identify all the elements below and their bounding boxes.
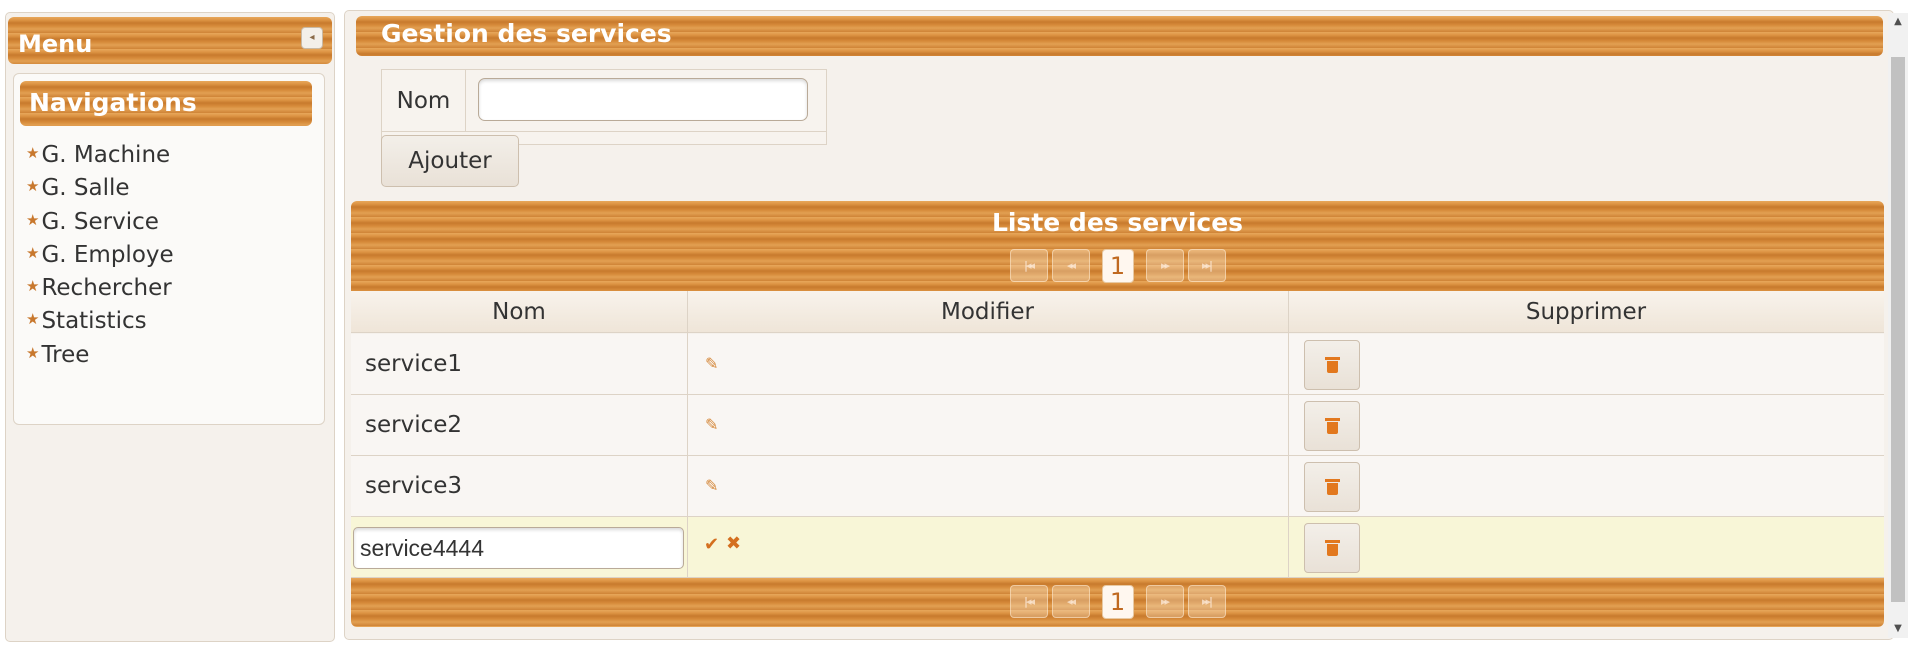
page-number-button[interactable]: 1 [1101, 585, 1134, 619]
delete-button[interactable] [1304, 523, 1360, 573]
first-page-button[interactable]: |◂◂ [1009, 585, 1048, 618]
nav-item-label: Tree [41, 342, 90, 368]
nav-item-label: G. Machine [41, 142, 171, 168]
delete-button[interactable] [1304, 340, 1360, 390]
last-page-button[interactable]: ▸▸| [1187, 249, 1226, 282]
column-headers: Nom Modifier Supprimer [351, 291, 1884, 333]
sidebar: Menu ◂ Navigations ★G. Machine ★G. Salle… [5, 12, 335, 642]
form-title: Gestion des services [381, 19, 672, 48]
next-page-button[interactable]: ▸▸ [1145, 249, 1184, 282]
nom-input[interactable] [478, 78, 808, 121]
pencil-icon[interactable]: ✎ [705, 354, 718, 373]
navigation-header[interactable]: Navigations [20, 81, 312, 126]
navigation-panel: Navigations ★G. Machine ★G. Salle ★G. Se… [13, 73, 325, 425]
nav-item-tree[interactable]: ★Tree [26, 336, 89, 370]
table-header: Liste des services |◂◂ ◂◂ 1 ▸▸ ▸▸| [351, 201, 1884, 291]
nav-item-label: Statistics [41, 308, 147, 334]
nav-item-label: G. Service [41, 209, 159, 235]
delete-button[interactable] [1304, 401, 1360, 451]
scroll-down-icon[interactable]: ▼ [1891, 622, 1905, 636]
star-icon: ★ [26, 277, 40, 295]
star-icon: ★ [26, 177, 40, 195]
chevron-left-icon: ◂ [309, 32, 315, 43]
scroll-thumb[interactable] [1891, 57, 1905, 602]
form-header: Gestion des services [356, 16, 1883, 56]
star-icon: ★ [26, 211, 40, 229]
star-icon: ★ [26, 144, 40, 162]
nav-item-label: G. Salle [41, 175, 130, 201]
page-number-button[interactable]: 1 [1101, 249, 1134, 283]
nav-item-label: Rechercher [41, 275, 172, 301]
navigation-title: Navigations [29, 88, 197, 117]
menu-title: Menu [18, 30, 93, 58]
nav-item-rechercher[interactable]: ★Rechercher [26, 269, 172, 303]
nom-label: Nom [382, 70, 466, 132]
pencil-icon[interactable]: ✎ [705, 415, 718, 434]
prev-page-button[interactable]: ◂◂ [1051, 585, 1090, 618]
table-row: service1 ✎ [351, 334, 1884, 395]
nav-item-service[interactable]: ★G. Service [26, 203, 159, 237]
nav-item-statistics[interactable]: ★Statistics [26, 302, 147, 336]
trash-icon [1324, 540, 1340, 556]
service-name: service1 [365, 351, 463, 377]
star-icon: ★ [26, 244, 40, 262]
nav-item-machine[interactable]: ★G. Machine [26, 136, 170, 170]
table-row: service2 ✎ [351, 395, 1884, 456]
edit-name-input[interactable] [353, 527, 684, 569]
service-name: service2 [365, 412, 463, 438]
column-header-nom[interactable]: Nom [351, 291, 687, 333]
nav-item-employe[interactable]: ★G. Employe [26, 236, 174, 270]
table-row-editing: ✔ ✖ [351, 517, 1884, 578]
column-header-supprimer: Supprimer [1525, 299, 1647, 325]
prev-page-button[interactable]: ◂◂ [1051, 249, 1090, 282]
service-form: Nom [381, 69, 827, 145]
nav-item-label: G. Employe [41, 242, 174, 268]
nav-item-salle[interactable]: ★G. Salle [26, 169, 130, 203]
last-page-button[interactable]: ▸▸| [1187, 585, 1226, 618]
table-row: service3 ✎ [351, 456, 1884, 517]
check-icon[interactable]: ✔ [704, 534, 719, 555]
star-icon: ★ [26, 310, 40, 328]
trash-icon [1324, 418, 1340, 434]
add-button[interactable]: Ajouter [381, 135, 519, 187]
vertical-scrollbar[interactable]: ▲ ▼ [1888, 13, 1908, 638]
trash-icon [1324, 357, 1340, 373]
table-footer: |◂◂ ◂◂ 1 ▸▸ ▸▸| [351, 578, 1884, 627]
trash-icon [1324, 479, 1340, 495]
delete-button[interactable] [1304, 462, 1360, 512]
column-divider [1288, 291, 1289, 577]
close-icon[interactable]: ✖ [726, 533, 741, 554]
table-title: Liste des services [991, 208, 1244, 237]
menu-header: Menu ◂ [8, 17, 332, 64]
paginator-bottom: |◂◂ ◂◂ 1 ▸▸ ▸▸| [351, 585, 1884, 621]
first-page-button[interactable]: |◂◂ [1009, 249, 1048, 282]
services-table: Liste des services |◂◂ ◂◂ 1 ▸▸ ▸▸| Nom Modif… [351, 201, 1884, 637]
service-name: service3 [365, 473, 463, 499]
nom-cell [466, 70, 826, 132]
next-page-button[interactable]: ▸▸ [1145, 585, 1184, 618]
column-divider [687, 291, 688, 577]
pencil-icon[interactable]: ✎ [705, 476, 718, 495]
collapse-menu-button[interactable]: ◂ [301, 27, 323, 49]
scroll-up-icon[interactable]: ▲ [1891, 15, 1905, 29]
main-panel: Gestion des services Nom Ajouter Liste d… [344, 10, 1894, 640]
column-header-modifier: Modifier [941, 299, 1034, 325]
star-icon: ★ [26, 344, 40, 362]
paginator-top: |◂◂ ◂◂ 1 ▸▸ ▸▸| [351, 249, 1884, 285]
